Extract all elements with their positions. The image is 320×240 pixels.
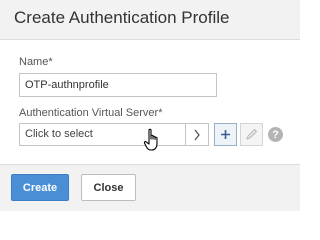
name-label: Name* xyxy=(19,56,53,68)
vserver-label: Authentication Virtual Server* xyxy=(19,107,163,119)
name-input[interactable] xyxy=(19,73,217,97)
close-button[interactable]: Close xyxy=(81,174,136,201)
create-button[interactable]: Create xyxy=(11,174,69,201)
dialog-header: Create Authentication Profile xyxy=(0,0,300,40)
edit-vserver-button[interactable] xyxy=(240,123,263,146)
help-icon[interactable]: ? xyxy=(268,127,283,142)
pencil-icon xyxy=(246,128,258,140)
hand-cursor-icon xyxy=(143,128,163,157)
create-authentication-profile-dialog: Create Authentication Profile Name* Auth… xyxy=(0,0,300,211)
select-arrow-button[interactable] xyxy=(185,123,209,146)
add-vserver-button[interactable] xyxy=(214,123,237,146)
dialog-title: Create Authentication Profile xyxy=(14,8,230,27)
chevron-right-icon xyxy=(194,129,200,140)
dialog-footer: Create Close xyxy=(0,164,300,211)
plus-icon xyxy=(221,130,230,139)
